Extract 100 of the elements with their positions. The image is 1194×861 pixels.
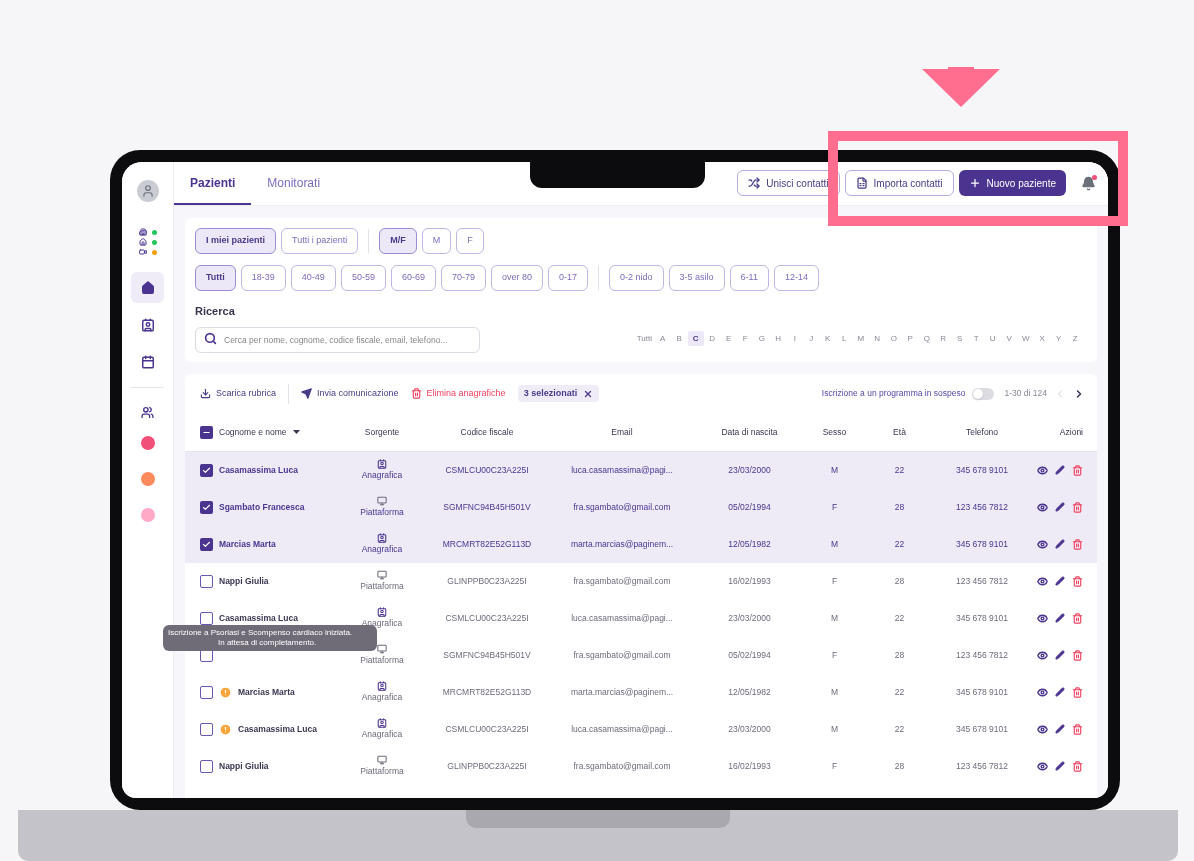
view-icon[interactable]: [1037, 575, 1048, 587]
filter-chip[interactable]: Tutti i pazienti: [281, 228, 359, 254]
letter-filter[interactable]: G: [754, 331, 770, 346]
action-button[interactable]: Importa contatti: [844, 170, 954, 196]
filter-chip[interactable]: 6-11: [729, 265, 769, 291]
letter-filter[interactable]: U: [985, 331, 1001, 346]
view-icon[interactable]: [1037, 649, 1048, 661]
caret-icon[interactable]: [292, 430, 300, 434]
view-icon[interactable]: [1037, 501, 1048, 513]
checkbox[interactable]: [200, 425, 213, 439]
trash-icon[interactable]: [1072, 612, 1083, 624]
checkbox[interactable]: [200, 537, 213, 551]
letter-filter[interactable]: K: [820, 331, 836, 346]
avatar[interactable]: [136, 180, 159, 202]
checkbox[interactable]: [200, 685, 213, 699]
filter-chip[interactable]: 50-59: [340, 265, 386, 291]
edit-icon[interactable]: [1055, 576, 1065, 586]
checkbox[interactable]: [200, 722, 213, 736]
trash-icon[interactable]: [1072, 760, 1083, 772]
trash-icon[interactable]: [1072, 501, 1083, 513]
filter-chip[interactable]: 60-69: [390, 265, 436, 291]
filter-chip[interactable]: over 80: [491, 265, 543, 291]
table-row[interactable]: Casamassima Luca Anagrafica CSMLCU00C23A225I luca.casamassima@pagi... 23/03/2000 M 22 345 678 9101: [185, 451, 1097, 489]
letter-filter[interactable]: F: [737, 331, 753, 346]
table-row[interactable]: Marcias Marta Anagrafica MRCMRT82E52G113D marta.marcias@paginem... 12/05/1982 M 22 345 678 9101: [185, 525, 1097, 563]
filter-chip[interactable]: 0-17: [548, 265, 589, 291]
letter-filter[interactable]: J: [803, 331, 819, 346]
edit-icon[interactable]: [1055, 761, 1065, 771]
edit-icon[interactable]: [1055, 465, 1065, 475]
people-icon[interactable]: [141, 405, 154, 419]
letter-filter[interactable]: E: [721, 331, 737, 346]
filter-chip[interactable]: 18-39: [240, 265, 286, 291]
filter-chip[interactable]: M: [421, 228, 452, 254]
letter-filter[interactable]: C: [688, 331, 704, 346]
letter-filter[interactable]: M: [853, 331, 869, 346]
checkbox[interactable]: [200, 463, 213, 477]
edit-icon[interactable]: [1055, 687, 1065, 697]
letter-filter[interactable]: N: [869, 331, 885, 346]
checkbox[interactable]: [200, 611, 213, 625]
view-icon[interactable]: [1037, 760, 1048, 772]
tab[interactable]: Pazienti: [174, 163, 252, 205]
letter-filter[interactable]: S: [952, 331, 968, 346]
action-button[interactable]: Nuovo paziente: [958, 170, 1066, 196]
filter-chip[interactable]: 70-79: [440, 265, 486, 291]
letter-filter[interactable]: A: [655, 331, 671, 346]
letter-filter[interactable]: Q: [919, 331, 935, 346]
filter-chip[interactable]: 0-2 nido: [609, 265, 664, 291]
trash-icon[interactable]: [1072, 464, 1083, 476]
letter-filter[interactable]: Tutti: [634, 331, 654, 346]
filter-chip[interactable]: F: [456, 228, 484, 254]
tab[interactable]: Monitorati: [251, 163, 337, 205]
filter-chip[interactable]: M/F: [379, 228, 417, 254]
close-icon[interactable]: [583, 388, 594, 399]
letter-filter[interactable]: I: [787, 331, 803, 346]
trash-icon[interactable]: [1072, 538, 1083, 550]
trash-icon[interactable]: [1072, 649, 1083, 661]
filter-chip[interactable]: Tutti: [195, 265, 236, 291]
view-icon[interactable]: [1037, 538, 1048, 550]
trash-icon[interactable]: [1072, 723, 1083, 735]
edit-icon[interactable]: [1055, 724, 1065, 734]
column-header[interactable]: Cognome e nome: [219, 425, 287, 439]
letter-filter[interactable]: X: [1034, 331, 1050, 346]
nav-item[interactable]: [131, 272, 164, 303]
toolbar-button[interactable]: Invia comunicazione: [301, 386, 399, 401]
letter-filter[interactable]: P: [902, 331, 918, 346]
filter-chip[interactable]: 3-5 asilo: [668, 265, 725, 291]
view-icon[interactable]: [1037, 464, 1048, 476]
checkbox[interactable]: [200, 574, 213, 588]
trash-icon[interactable]: [1072, 575, 1083, 587]
letter-filter[interactable]: Y: [1051, 331, 1067, 346]
filter-chip[interactable]: 12-14: [773, 265, 819, 291]
letter-filter[interactable]: V: [1001, 331, 1017, 346]
search-field[interactable]: Cerca per nome, cognome, codice fiscale, email, telefono...: [195, 326, 480, 353]
filter-chip[interactable]: I miei pazienti: [195, 228, 276, 254]
table-row[interactable]: Sgambato Francesca Piattaforma SGMFNC94B45H501V fra.sgambato@gmail.com 05/02/1994 F 28 123 456 7812: [185, 488, 1097, 526]
toolbar-button[interactable]: Scarica rubrica: [200, 386, 277, 401]
edit-icon[interactable]: [1055, 650, 1065, 660]
edit-icon[interactable]: [1055, 613, 1065, 623]
checkbox[interactable]: [200, 759, 213, 773]
letter-filter[interactable]: Z: [1067, 331, 1083, 346]
checkbox[interactable]: [200, 500, 213, 514]
letter-filter[interactable]: B: [671, 331, 687, 346]
letter-filter[interactable]: R: [935, 331, 951, 346]
letter-filter[interactable]: T: [968, 331, 984, 346]
edit-icon[interactable]: [1055, 502, 1065, 512]
view-icon[interactable]: [1037, 686, 1048, 698]
filter-chip[interactable]: 40-49: [290, 265, 336, 291]
view-icon[interactable]: [1037, 723, 1048, 735]
letter-filter[interactable]: D: [704, 331, 720, 346]
letter-filter[interactable]: O: [886, 331, 902, 346]
toolbar-button[interactable]: Elimina anagrafiche: [410, 386, 506, 401]
action-button[interactable]: Unisci contatti: [737, 170, 840, 196]
letter-filter[interactable]: L: [836, 331, 852, 346]
notification-icon[interactable]: [1081, 175, 1096, 191]
letter-filter[interactable]: W: [1018, 331, 1034, 346]
edit-icon[interactable]: [1055, 539, 1065, 549]
letter-filter[interactable]: H: [770, 331, 786, 346]
view-icon[interactable]: [1037, 612, 1048, 624]
trash-icon[interactable]: [1072, 686, 1083, 698]
toggle-switch[interactable]: [972, 387, 995, 400]
